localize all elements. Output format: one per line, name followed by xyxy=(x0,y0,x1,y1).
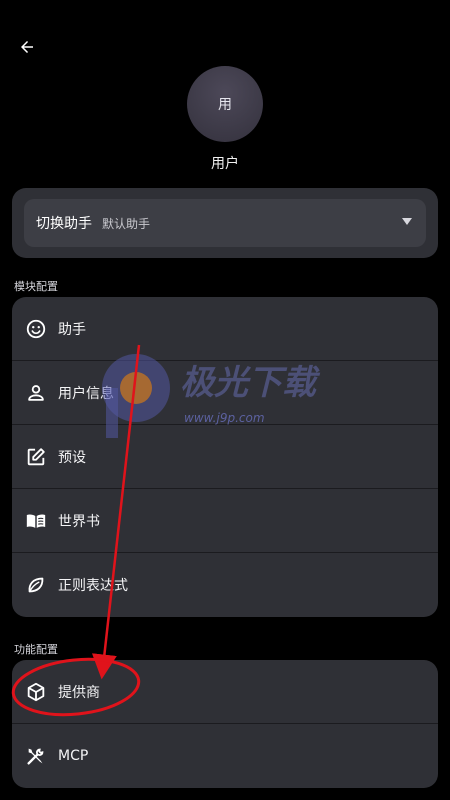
menu-item-label: 世界书 xyxy=(58,513,100,530)
arrow-left-icon xyxy=(21,41,33,53)
assistant-card: 切换助手 默认助手 xyxy=(12,188,438,258)
menu-item-label: 预设 xyxy=(58,449,86,466)
menu-item-regex[interactable]: 正则表达式 xyxy=(12,553,438,617)
tools-icon xyxy=(24,744,48,768)
module-section-title: 模块配置 xyxy=(14,280,58,293)
menu-item-user-info[interactable]: 用户信息 xyxy=(12,361,438,425)
menu-item-worldbook[interactable]: 世界书 xyxy=(12,489,438,553)
assistant-dropdown[interactable]: 切换助手 默认助手 xyxy=(24,199,426,247)
avatar-text: 用 xyxy=(218,97,232,113)
user-name: 用户 xyxy=(211,156,239,172)
menu-item-label: 助手 xyxy=(58,321,86,338)
menu-item-provider[interactable]: 提供商 xyxy=(12,660,438,724)
menu-item-mcp[interactable]: MCP xyxy=(12,724,438,788)
menu-item-label: 正则表达式 xyxy=(58,578,128,594)
edit-icon xyxy=(24,445,48,469)
menu-item-preset[interactable]: 预设 xyxy=(12,425,438,489)
book-icon xyxy=(24,509,48,533)
assistant-value: 默认助手 xyxy=(102,216,151,231)
menu-item-assistant[interactable]: 助手 xyxy=(12,297,438,361)
assistant-label: 切换助手 xyxy=(36,216,92,232)
person-icon xyxy=(24,381,48,405)
smiley-icon xyxy=(24,317,48,341)
function-section-title: 功能配置 xyxy=(14,643,58,656)
menu-item-label: 用户信息 xyxy=(58,385,114,402)
module-config-list: 助手 用户信息 预设 世界书 正则表达式 xyxy=(12,297,438,617)
leaf-icon xyxy=(24,573,48,597)
dropdown-arrow-icon xyxy=(402,218,412,225)
menu-item-label: 提供商 xyxy=(58,684,100,701)
back-button[interactable] xyxy=(14,34,40,60)
function-config-list: 提供商 MCP xyxy=(12,660,438,788)
avatar[interactable]: 用 xyxy=(187,66,263,142)
box-icon xyxy=(24,680,48,704)
menu-item-label: MCP xyxy=(58,748,89,764)
